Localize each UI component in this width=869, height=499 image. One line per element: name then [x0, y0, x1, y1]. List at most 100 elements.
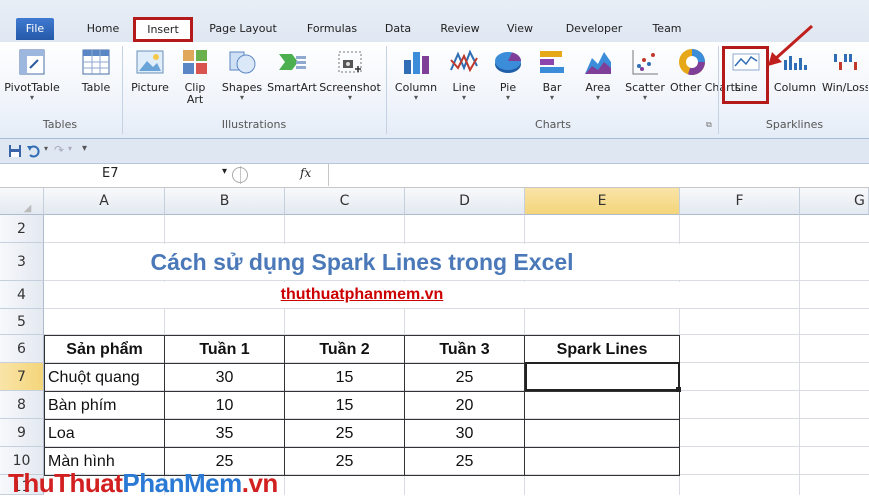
col-header-e[interactable]: E [525, 188, 680, 215]
smartart-label: SmartArt [267, 81, 317, 94]
shapes-button[interactable]: Shapes ▾ [220, 46, 264, 102]
bar-chart-button[interactable]: Bar ▾ [534, 46, 570, 102]
smartart-button[interactable]: SmartArt [266, 46, 318, 94]
row-header-2[interactable]: 2 [0, 215, 44, 243]
table-cell[interactable]: 25 [284, 419, 405, 448]
clip-art-button[interactable]: Clip Art [178, 46, 212, 106]
col-header-b[interactable]: B [165, 188, 285, 215]
table-header-cell[interactable]: Sản phẩm [44, 335, 165, 364]
name-box[interactable]: E7 ▾ [0, 166, 248, 184]
customize-qat-icon[interactable]: ▾ [82, 143, 87, 154]
table-cell[interactable]: 10 [164, 391, 285, 420]
tab-file[interactable]: File [16, 18, 54, 40]
table-cell[interactable]: 35 [164, 419, 285, 448]
table-cell[interactable]: Chuột quang [44, 363, 165, 392]
row-header-6[interactable]: 6 [0, 335, 44, 363]
tab-team[interactable]: Team [645, 18, 689, 40]
tab-home[interactable]: Home [80, 18, 126, 40]
scatter-chart-icon [632, 50, 658, 75]
ribbon-tabs: File Home Insert Page Layout Formulas Da… [0, 0, 869, 43]
picture-label: Picture [131, 81, 169, 94]
table-cell[interactable]: 30 [404, 419, 525, 448]
group-label-illustrations: Illustrations [221, 118, 287, 131]
formula-bar: E7 ▾ fx [0, 164, 869, 188]
dropdown-caret-icon: ▾ [461, 93, 466, 102]
row-header-8[interactable]: 8 [0, 391, 44, 419]
selected-cell-e7[interactable] [525, 362, 680, 391]
table-cell[interactable]: 25 [404, 363, 525, 392]
redo-icon[interactable]: ↷ [54, 143, 64, 157]
name-box-dropdown-icon[interactable]: ▾ [222, 166, 227, 177]
table-cell[interactable]: 20 [404, 391, 525, 420]
area-chart-button[interactable]: Area ▾ [580, 46, 616, 102]
other-charts-button[interactable]: Other Charts [670, 46, 741, 94]
column-chart-button[interactable]: Column ▾ [392, 46, 440, 102]
row-header-7[interactable]: 7 [0, 363, 44, 391]
dropdown-caret-icon: ▾ [549, 93, 554, 102]
table-cell[interactable] [524, 391, 680, 420]
bar-chart-icon [540, 51, 564, 73]
picture-button[interactable]: Picture [128, 46, 172, 94]
table-icon [82, 49, 110, 75]
table-header-cell[interactable]: Tuần 1 [164, 335, 285, 364]
fill-handle[interactable] [676, 387, 681, 392]
select-all-corner[interactable]: ◢ [0, 188, 44, 215]
line-chart-button[interactable]: Line ▾ [446, 46, 482, 102]
dropdown-caret-icon: ▾ [239, 93, 244, 102]
table-header-cell[interactable]: Tuần 2 [284, 335, 405, 364]
col-header-f[interactable]: F [680, 188, 800, 215]
col-header-a[interactable]: A [44, 188, 165, 215]
table-cell[interactable]: 15 [284, 391, 405, 420]
clip-art-icon [183, 50, 207, 74]
table-cell[interactable]: 15 [284, 363, 405, 392]
tab-page-layout[interactable]: Page Layout [204, 18, 282, 40]
group-label-sparklines: Sparklines [765, 118, 824, 131]
tab-insert[interactable]: Insert [133, 17, 193, 42]
tab-view[interactable]: View [500, 18, 540, 40]
dropdown-caret-icon: ▾ [642, 93, 647, 102]
group-separator [386, 46, 387, 134]
row-header-5[interactable]: 5 [0, 309, 44, 335]
table-header-cell[interactable]: Spark Lines [524, 335, 680, 364]
insert-function-icon[interactable]: fx [300, 166, 311, 180]
dropdown-caret-icon: ▾ [505, 93, 510, 102]
table-cell[interactable] [524, 419, 680, 448]
table-cell[interactable]: 25 [284, 447, 405, 476]
row-header-9[interactable]: 9 [0, 419, 44, 447]
column-chart-icon [404, 52, 429, 74]
scatter-chart-button[interactable]: Scatter ▾ [624, 46, 666, 102]
save-icon[interactable] [8, 144, 22, 158]
tab-developer[interactable]: Developer [556, 18, 632, 40]
table-cell[interactable]: Bàn phím [44, 391, 165, 420]
formula-input[interactable] [328, 164, 869, 186]
dialog-launcher-icon[interactable]: ⧉ [706, 120, 712, 130]
undo-dropdown-icon[interactable]: ▾ [44, 144, 48, 153]
table-button[interactable]: Table [78, 46, 114, 94]
sparkline-winloss-button[interactable]: Win/Loss [822, 46, 868, 94]
pie-chart-icon [495, 52, 521, 73]
tab-data[interactable]: Data [378, 18, 418, 40]
tab-review[interactable]: Review [435, 18, 485, 40]
group-label-tables: Tables [42, 118, 78, 131]
row-header-4[interactable]: 4 [0, 281, 44, 309]
table-cell[interactable] [524, 447, 680, 476]
table-header-cell[interactable]: Tuần 3 [404, 335, 525, 364]
pie-chart-button[interactable]: Pie ▾ [490, 46, 526, 102]
col-header-c[interactable]: C [285, 188, 405, 215]
col-header-d[interactable]: D [405, 188, 525, 215]
tab-formulas[interactable]: Formulas [300, 18, 364, 40]
picture-icon [136, 50, 164, 74]
subtitle-link[interactable]: thuthuatphanmem.vn [44, 282, 680, 308]
col-header-g[interactable]: G [800, 188, 869, 215]
row-header-3[interactable]: 3 [0, 243, 44, 281]
table-label: Table [81, 81, 111, 94]
screenshot-button[interactable]: Screenshot ▾ [318, 46, 382, 102]
table-cell[interactable]: 30 [164, 363, 285, 392]
spreadsheet-grid[interactable]: ◢ A B C D E F G 2 3 4 5 6 7 8 9 10 11 Cá… [0, 188, 869, 498]
table-cell[interactable]: Loa [44, 419, 165, 448]
undo-icon[interactable] [26, 144, 42, 158]
watermark-part1: ThuThuat [8, 468, 123, 498]
redo-dropdown-icon[interactable]: ▾ [68, 144, 72, 153]
pivottable-button[interactable]: PivotTable ▾ [4, 46, 60, 102]
table-cell[interactable]: 25 [404, 447, 525, 476]
